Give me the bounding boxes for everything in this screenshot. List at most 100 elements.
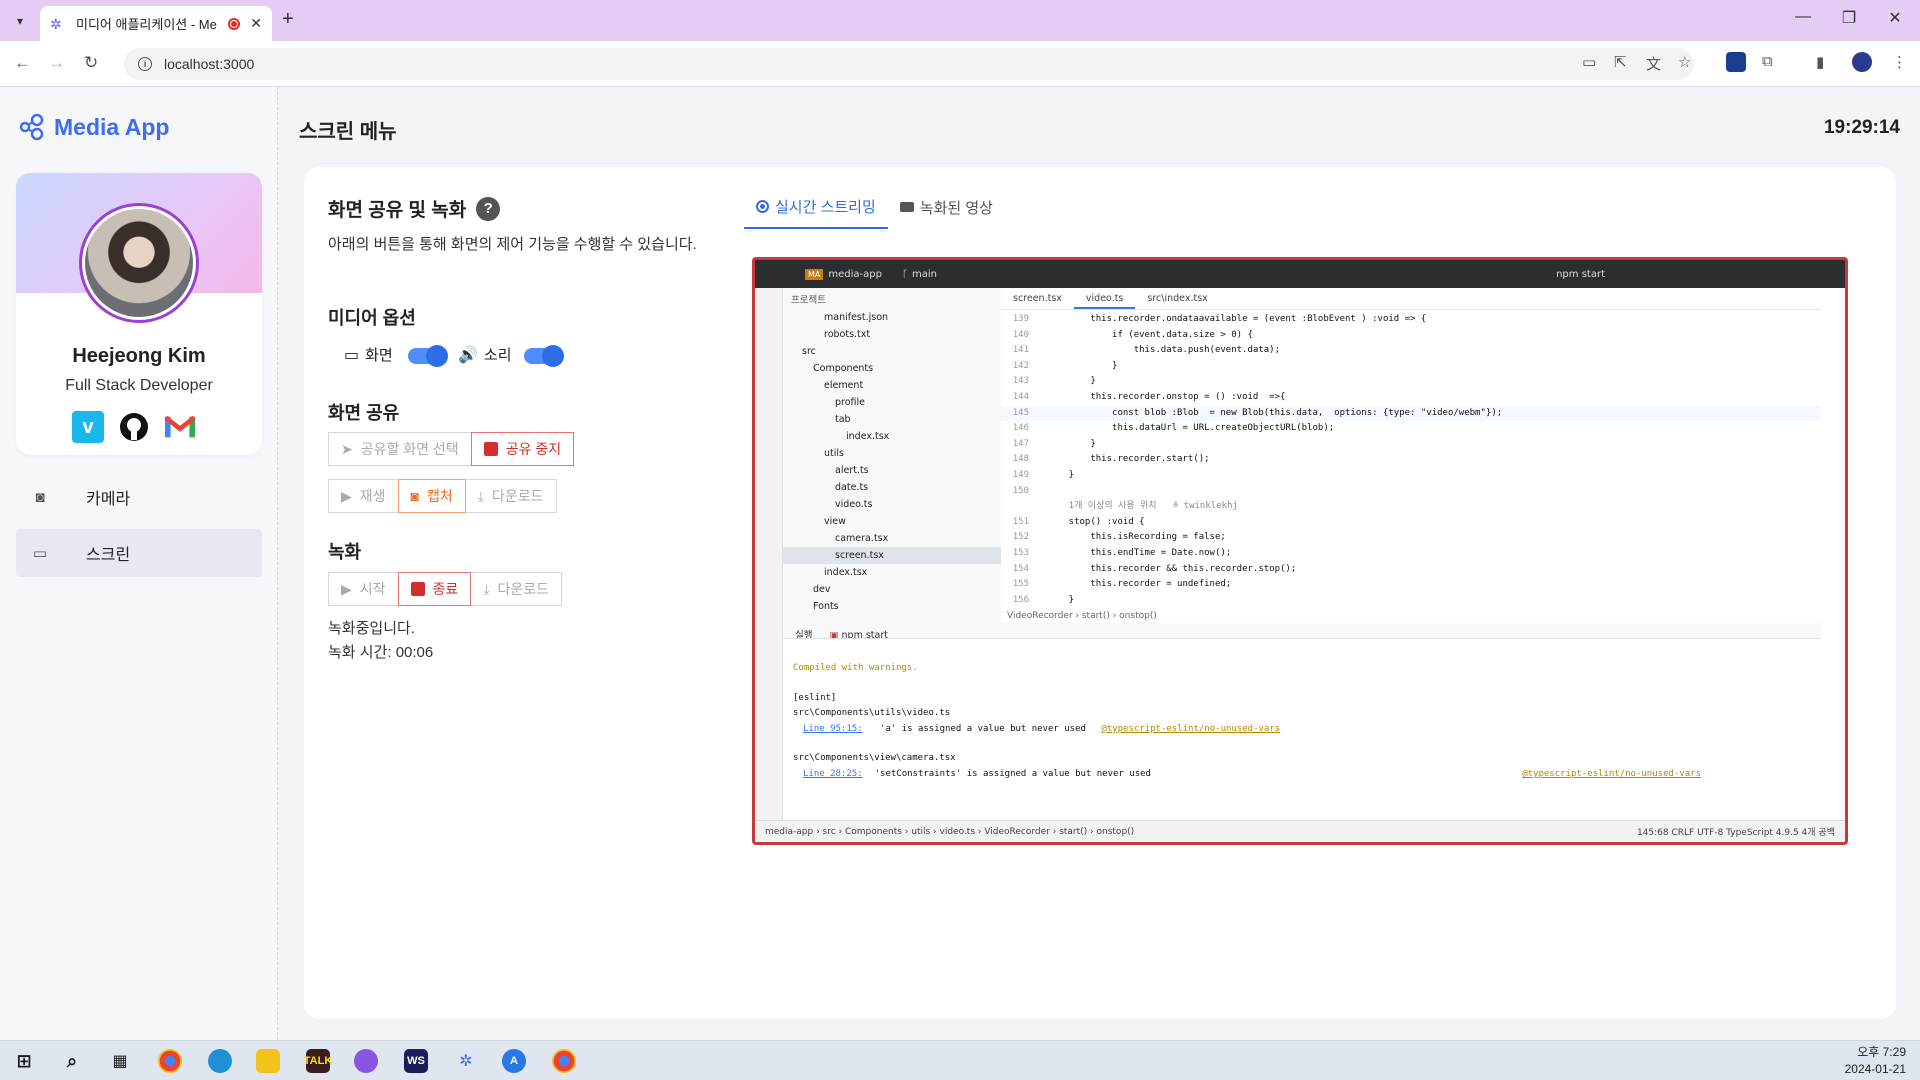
github-icon[interactable] — [118, 411, 150, 443]
app-icon[interactable] — [354, 1049, 378, 1073]
terminal-message: 'a' is assigned a value but never used — [880, 723, 1086, 734]
select-share-screen-button[interactable]: ➤ 공유할 화면 선택 — [328, 432, 472, 466]
tree-item[interactable]: tab — [783, 411, 1001, 428]
tree-item[interactable]: src — [783, 343, 1001, 360]
sidebar-item-screen[interactable]: ▭ 스크린 — [16, 529, 262, 577]
stop-share-label: 공유 중지 — [505, 441, 562, 457]
line-number: 149 — [1012, 469, 1029, 480]
code-line: 143 } — [1001, 374, 1821, 390]
tree-item[interactable]: element — [783, 377, 1001, 394]
clock: 19:29:14 — [1823, 117, 1900, 138]
url-input[interactable]: i localhost:3000 — [124, 48, 1694, 80]
tree-item[interactable]: video.ts — [783, 496, 1001, 513]
editor-tab[interactable]: screen.tsx — [1001, 288, 1074, 309]
tree-item[interactable]: robots.txt — [783, 326, 1001, 343]
record-start-button[interactable]: ▶ 시작 — [328, 572, 399, 606]
recording-time: 녹화 시간: 00:06 — [328, 644, 434, 661]
controls-title: 화면 공유 및 녹화 ? — [328, 195, 501, 222]
tree-item[interactable]: Fonts — [783, 598, 1001, 615]
close-tab-icon[interactable]: ✕ — [250, 15, 262, 32]
tree-item[interactable]: Components — [783, 360, 1001, 377]
sidepanel-icon[interactable]: ▮ — [1816, 53, 1824, 71]
download-capture-button[interactable]: ⤓ 다운로드 — [464, 479, 557, 513]
task-view-icon[interactable]: ▦ — [108, 1049, 132, 1073]
terminal-rule-link[interactable]: @typescript-eslint/no-unused-vars — [1101, 724, 1280, 734]
download-label: 다운로드 — [491, 488, 544, 504]
sound-toggle[interactable] — [524, 345, 564, 367]
tree-item[interactable]: utils — [783, 445, 1001, 462]
profile-avatar-icon[interactable] — [1852, 52, 1872, 72]
terminal-line-link[interactable]: Line 95:15: — [803, 724, 863, 734]
line-number: 144 — [1012, 391, 1029, 402]
code-text: this.recorder && this.recorder.stop(); — [1047, 563, 1297, 574]
file-explorer-icon[interactable] — [256, 1049, 280, 1073]
tree-item[interactable]: alert.ts — [783, 462, 1001, 479]
chrome-icon[interactable] — [552, 1049, 576, 1073]
bookmark-star-icon[interactable]: ☆ — [1678, 53, 1691, 71]
open-external-icon[interactable]: ⇱ — [1614, 53, 1627, 71]
sidebar-item-camera[interactable]: ◙ 카메라 — [16, 473, 262, 521]
webstorm-icon[interactable]: WS — [404, 1049, 428, 1073]
chrome-icon[interactable] — [158, 1049, 182, 1073]
gmail-icon[interactable] — [164, 411, 196, 443]
forward-icon[interactable]: → — [48, 53, 65, 73]
tree-item[interactable]: view — [783, 513, 1001, 530]
sidebar-item-label: 스크린 — [86, 547, 131, 564]
screen-toggle[interactable] — [408, 345, 448, 367]
tree-item[interactable]: manifest.json — [783, 309, 1001, 326]
close-window-icon[interactable]: ✕ — [1872, 8, 1918, 28]
reload-icon[interactable]: ↻ — [84, 53, 98, 73]
code-text: if (event.data.size > 0) { — [1047, 329, 1253, 340]
brand[interactable]: Media App — [18, 113, 169, 141]
tree-item[interactable]: dev — [783, 581, 1001, 598]
tab-search-icon[interactable]: ▾ — [8, 9, 32, 33]
windows-start-icon[interactable]: ⊞ — [12, 1049, 36, 1073]
capture-button[interactable]: ◙ 캡처 — [397, 479, 466, 513]
play-button[interactable]: ▶ 재생 — [328, 479, 399, 513]
tree-item[interactable]: index.tsx — [783, 564, 1001, 581]
tab-title: 미디어 애플리케이션 - Me — [76, 17, 217, 32]
record-button-row: ▶ 시작 종료 ⤓ 다운로드 — [328, 572, 563, 606]
restore-icon[interactable]: ❐ — [1826, 8, 1872, 28]
tree-item[interactable]: date.ts — [783, 479, 1001, 496]
terminal-message: 'setConstraints' is assigned a value but… — [874, 768, 1151, 779]
vimeo-icon[interactable]: v — [72, 411, 104, 443]
extensions-puzzle-icon[interactable]: ⧉ — [1762, 53, 1773, 70]
help-icon[interactable]: ? — [476, 196, 501, 221]
browser-tab[interactable]: ✲ 미디어 애플리케이션 - Me ✕ — [40, 6, 272, 41]
site-info-icon[interactable]: i — [138, 57, 152, 71]
record-download-button[interactable]: ⤓ 다운로드 — [470, 572, 563, 606]
tree-item[interactable]: profile — [783, 394, 1001, 411]
stop-share-button[interactable]: 공유 중지 — [470, 432, 575, 466]
code-line: 153 this.endTime = Date.now(); — [1001, 546, 1821, 562]
browser-menu-icon[interactable]: ⋮ — [1892, 53, 1907, 71]
translate-icon[interactable]: 文 — [1646, 53, 1661, 74]
code-text: } — [1047, 469, 1075, 480]
media-app-icon[interactable]: ✲ — [454, 1049, 478, 1073]
tree-item[interactable]: camera.tsx — [783, 530, 1001, 547]
tab-live-streaming[interactable]: 실시간 스트리밍 — [744, 185, 888, 229]
code-editor: screen.tsx video.ts src\index.tsx 139 th… — [1001, 288, 1821, 623]
tree-item[interactable]: index.tsx — [783, 428, 1001, 445]
terminal-rule-link[interactable]: @typescript-eslint/no-unused-vars — [1522, 767, 1701, 783]
terminal-line-link[interactable]: Line 28:25: — [803, 767, 863, 783]
code-text: this.recorder = undefined; — [1047, 579, 1232, 590]
tab-recorded-video[interactable]: 녹화된 영상 — [888, 185, 1005, 229]
taskbar-clock[interactable]: 오후 7:29 2024-01-21 — [1845, 1044, 1906, 1078]
search-icon[interactable]: ⌕ — [60, 1049, 84, 1073]
minimize-icon[interactable]: — — [1780, 8, 1826, 26]
new-tab-icon[interactable]: + — [282, 8, 294, 31]
kakaotalk-icon[interactable]: TALK — [304, 1049, 332, 1073]
record-stop-button[interactable]: 종료 — [397, 572, 472, 606]
video-icon[interactable]: ▭ — [1582, 53, 1596, 71]
edge-icon[interactable] — [208, 1049, 232, 1073]
editor-tab-active[interactable]: video.ts — [1073, 288, 1136, 309]
editor-tab[interactable]: src\index.tsx — [1135, 288, 1219, 309]
code-lines: 139 this.recorder.ondataavailable = (eve… — [1001, 310, 1821, 608]
extension-icon[interactable] — [1726, 52, 1746, 72]
back-icon[interactable]: ← — [14, 53, 31, 73]
tree-item[interactable]: screen.tsx — [783, 547, 1001, 564]
app-store-icon[interactable]: A — [502, 1049, 526, 1073]
code-line: 147 } — [1001, 437, 1821, 453]
camera-icon: ◙ — [410, 488, 420, 504]
